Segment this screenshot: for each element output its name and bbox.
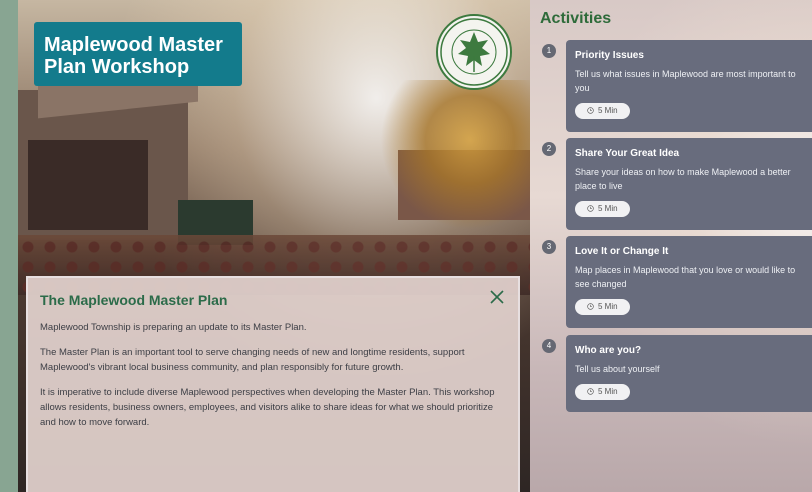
activity-description: Tell us what issues in Maplewood are mos… xyxy=(575,69,796,93)
step-number: 1 xyxy=(542,44,556,58)
activity-card-who-are-you[interactable]: Who are you? Tell us about yourself 5 Mi… xyxy=(566,335,812,412)
left-margin xyxy=(0,0,18,492)
clock-icon xyxy=(587,388,594,395)
activity-card-love-or-change[interactable]: Love It or Change It Map places in Maple… xyxy=(566,236,812,328)
step-number: 3 xyxy=(542,240,556,254)
close-icon xyxy=(490,290,504,304)
dialog-title: The Maplewood Master Plan xyxy=(40,292,228,308)
step-number: 4 xyxy=(542,339,556,353)
page-title: Maplewood Master Plan Workshop xyxy=(44,34,223,78)
duration-badge[interactable]: 5 Min xyxy=(575,102,630,119)
duration-label: 5 Min xyxy=(598,302,618,311)
dialog-paragraph: Maplewood Township is preparing an updat… xyxy=(40,322,307,333)
activity-description: Tell us about yourself xyxy=(575,364,660,374)
clock-icon xyxy=(587,107,594,114)
dialog-paragraph: It is imperative to include diverse Mapl… xyxy=(40,387,495,428)
duration-label: 5 Min xyxy=(598,106,618,115)
activity-title: Love It or Change It xyxy=(575,246,669,257)
step-number: 2 xyxy=(542,142,556,156)
autumn-trees xyxy=(380,80,530,230)
storefront xyxy=(28,140,148,230)
activities-panel: Activities 1 Priority Issues Tell us wha… xyxy=(530,0,812,492)
activity-description: Map places in Maplewood that you love or… xyxy=(575,265,796,289)
clock-icon xyxy=(587,205,594,212)
seal-icon xyxy=(440,18,508,86)
workshop-title-box: Maplewood Master Plan Workshop xyxy=(34,22,242,86)
activity-title: Who are you? xyxy=(575,345,642,356)
activity-title: Priority Issues xyxy=(575,50,644,61)
master-plan-dialog: The Maplewood Master Plan Maplewood Town… xyxy=(26,276,520,492)
duration-badge[interactable]: 5 Min xyxy=(575,383,630,400)
duration-label: 5 Min xyxy=(598,204,618,213)
activity-title: Share Your Great Idea xyxy=(575,148,680,159)
activity-card-priority-issues[interactable]: Priority Issues Tell us what issues in M… xyxy=(566,40,812,132)
activity-description: Share your ideas on how to make Maplewoo… xyxy=(575,167,791,191)
duration-badge[interactable]: 5 Min xyxy=(575,200,630,217)
activity-card-share-idea[interactable]: Share Your Great Idea Share your ideas o… xyxy=(566,138,812,230)
dialog-paragraph: The Master Plan is an important tool to … xyxy=(40,347,465,373)
activities-heading: Activities xyxy=(540,10,612,27)
clock-icon xyxy=(587,303,594,310)
township-seal-logo xyxy=(436,14,512,90)
duration-badge[interactable]: 5 Min xyxy=(575,298,630,315)
close-button[interactable] xyxy=(488,288,506,306)
duration-label: 5 Min xyxy=(598,387,618,396)
